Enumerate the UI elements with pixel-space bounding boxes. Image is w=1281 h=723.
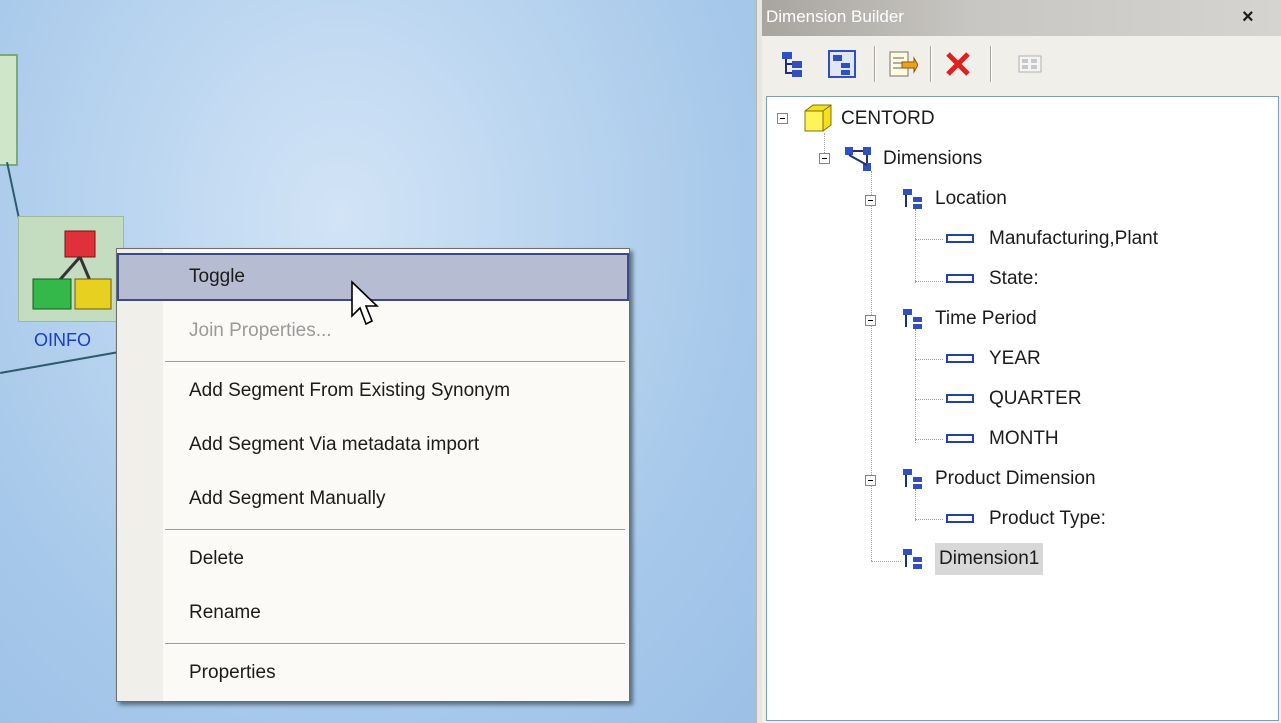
tree-line [915,519,943,520]
menu-item-add-segment-manually[interactable]: Add Segment Manually [117,475,629,523]
dimension-hierarchy-icon [903,469,922,489]
menu-separator [165,529,625,531]
tree-node-time-period[interactable]: Time Period [865,303,1165,335]
menu-item-label: Rename [189,602,261,623]
tree-node-location[interactable]: Location [865,183,1165,215]
menu-item-label: Properties [189,662,276,683]
tree-node-label: Location [935,188,1007,209]
tree-line [915,239,943,240]
menu-item-rename[interactable]: Rename [117,589,629,637]
tree-node-level[interactable]: YEAR [945,343,1245,375]
menu-item-label: Toggle [189,266,245,287]
collapse-icon[interactable] [819,153,830,164]
panel-title-bar: Dimension Builder × [762,0,1281,36]
menu-item-label: Delete [189,548,244,569]
add-hierarchy-icon[interactable] [826,48,858,80]
tree-node-label: YEAR [989,348,1041,369]
tree-node-level[interactable]: QUARTER [945,383,1245,415]
level-icon [946,434,974,443]
properties-icon [1014,48,1046,80]
tree-node-label: MONTH [989,428,1059,449]
tree-node-level[interactable]: State: [945,263,1245,295]
tree-line [915,281,943,282]
diagram-canvas[interactable]: OINFO Toggle Join Properties... Add Segm… [0,0,756,723]
dimension-hierarchy-icon [903,309,922,329]
tree-node-root[interactable]: CENTORD [777,103,1077,135]
menu-item-label: Add Segment Via metadata import [189,434,480,455]
tree-node-product-dimension[interactable]: Product Dimension [865,463,1185,495]
connector-line [0,351,119,374]
menu-separator [165,361,625,363]
menu-item-delete[interactable]: Delete [117,535,629,583]
menu-item-add-segment-existing-synonym[interactable]: Add Segment From Existing Synonym [117,367,629,415]
collapse-icon[interactable] [865,195,876,206]
dimension-tree[interactable]: CENTORD Dimensions Location Manufacturin… [766,96,1279,721]
level-icon [946,514,974,523]
menu-item-label: Add Segment From Existing Synonym [189,380,511,401]
tree-line [871,561,901,562]
toolbar-separator [990,46,992,82]
tree-node-label: Dimensions [883,148,983,169]
edit-icon[interactable] [886,48,919,80]
collapse-icon[interactable] [865,475,876,486]
add-dimension-icon[interactable] [778,48,810,80]
tree-node-label: Time Period [935,308,1037,329]
segment-hierarchy-icon [32,230,112,310]
tree-line [915,399,943,400]
tree-line [915,359,943,360]
tree-line [915,329,916,443]
dimensions-network-icon [845,147,871,171]
close-icon[interactable]: × [1242,6,1254,29]
tree-node-level[interactable]: MONTH [945,423,1245,455]
cube-icon [804,104,832,132]
mouse-pointer-icon [351,280,379,326]
tree-node-label: State: [989,268,1039,289]
tree-node-label: Product Type: [989,508,1106,529]
panel-toolbar [762,38,1281,90]
panel-title: Dimension Builder [766,7,904,26]
node-label: OINFO [34,330,91,350]
tree-node-dimensions[interactable]: Dimensions [819,143,1119,175]
tree-node-level[interactable]: Manufacturing,Plant [945,223,1265,255]
toolbar-separator [930,46,932,82]
tree-node-level[interactable]: Product Type: [945,503,1245,535]
level-icon [946,354,974,363]
menu-separator [165,643,625,645]
tree-node-label: QUARTER [989,388,1082,409]
oinfo-segment-node[interactable] [18,216,124,322]
delete-icon[interactable] [942,48,974,80]
tree-line [915,439,943,440]
menu-item-add-segment-metadata-import[interactable]: Add Segment Via metadata import [117,421,629,469]
collapse-icon[interactable] [777,113,788,124]
tree-node-label: Product Dimension [935,468,1096,489]
level-icon [946,274,974,283]
menu-item-label: Join Properties... [189,320,332,341]
collapse-icon[interactable] [865,315,876,326]
toolbar-separator [874,46,876,82]
level-icon [946,394,974,403]
tree-node-label: Manufacturing,Plant [989,228,1158,249]
dimension-hierarchy-icon [903,549,922,569]
menu-item-properties[interactable]: Properties [117,649,629,697]
tree-node-label: Dimension1 [935,543,1044,575]
tree-line [915,209,916,283]
level-icon [946,234,974,243]
connector-line [6,162,21,222]
menu-item-label: Add Segment Manually [189,488,386,509]
segment-node-partial[interactable] [0,54,18,166]
dimension-builder-panel: Dimension Builder × CENTORD Dimensions L… [762,0,1281,723]
tree-node-dimension1[interactable]: Dimension1 [901,543,1071,575]
dimension-hierarchy-icon [903,189,922,209]
tree-line [871,171,872,561]
tree-node-label: CENTORD [841,108,935,129]
